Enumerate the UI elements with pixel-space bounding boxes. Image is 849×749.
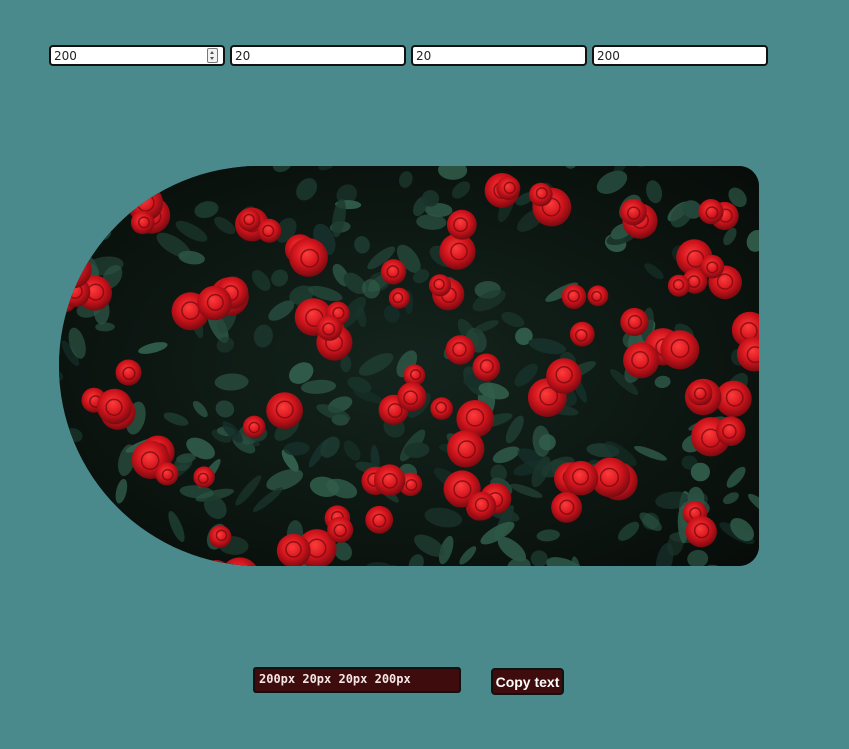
roses-image	[59, 166, 759, 566]
top-left-radius-input[interactable]: 200	[49, 45, 225, 66]
top-right-radius-value: 20	[235, 48, 251, 63]
radius-inputs-row: 200 20 20 200	[49, 45, 768, 66]
bottom-left-radius-value: 200	[597, 48, 620, 63]
border-radius-preview-box	[59, 166, 759, 566]
top-left-radius-value: 200	[54, 48, 77, 63]
number-spinner-icon[interactable]	[207, 48, 218, 63]
css-output-field[interactable]: 200px 20px 20px 200px	[253, 667, 461, 693]
bottom-right-radius-input[interactable]: 20	[411, 45, 587, 66]
top-right-radius-input[interactable]: 20	[230, 45, 406, 66]
copy-text-button[interactable]: Copy text	[491, 668, 564, 695]
bottom-right-radius-value: 20	[416, 48, 432, 63]
bottom-left-radius-input[interactable]: 200	[592, 45, 768, 66]
